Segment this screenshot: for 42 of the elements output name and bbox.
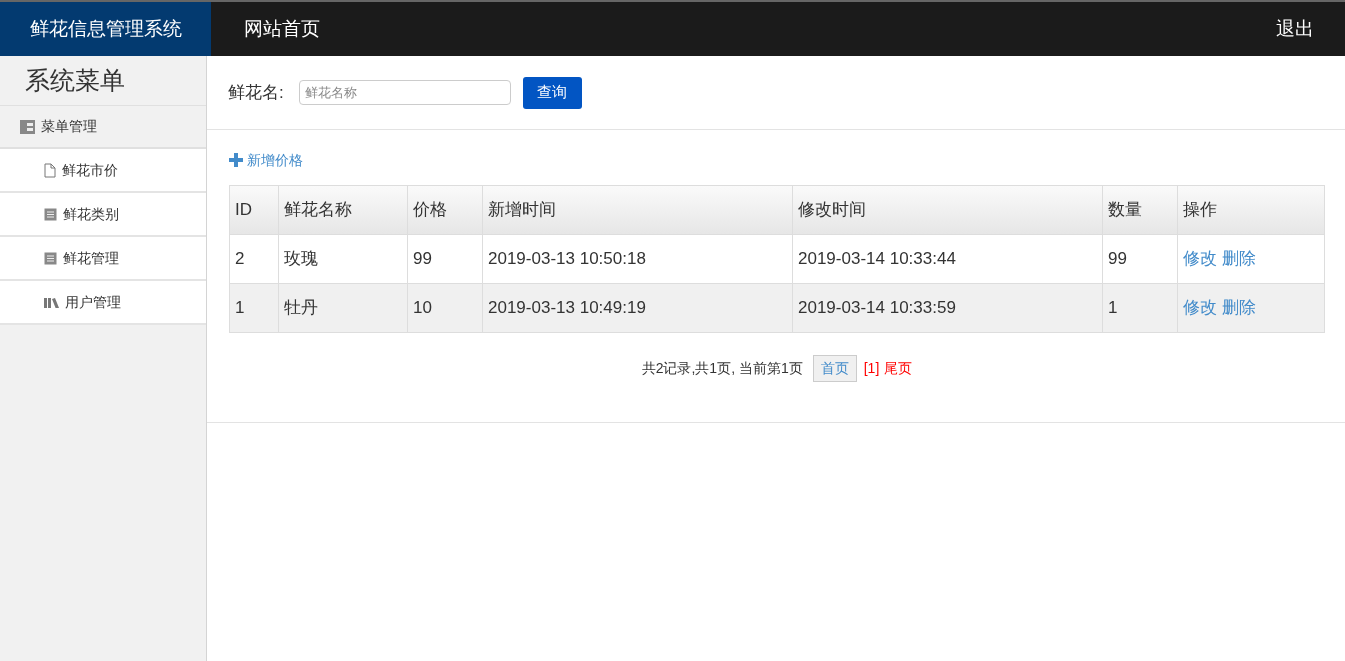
table-cell: 2019-03-14 10:33:44 xyxy=(792,234,1103,284)
menu-item[interactable]: 鲜花市价 xyxy=(0,149,206,193)
table-cell: 2019-03-13 10:50:18 xyxy=(482,234,793,284)
column-header: 新增时间 xyxy=(482,185,793,235)
menu-item[interactable]: 鲜花类别 xyxy=(0,193,206,237)
column-header: 修改时间 xyxy=(792,185,1103,235)
search-button[interactable]: 查询 xyxy=(522,76,582,109)
page-link[interactable]: 尾页 xyxy=(884,358,913,379)
column-header: ID xyxy=(229,185,279,235)
logout-link[interactable]: 退出 xyxy=(1276,14,1314,44)
table-cell: 2019-03-14 10:33:59 xyxy=(792,283,1103,333)
table-cell: 99 xyxy=(407,234,483,284)
table-cell: 玫瑰 xyxy=(278,234,408,284)
menu-item[interactable]: 用户管理 xyxy=(0,281,206,325)
file-icon xyxy=(44,162,56,178)
id-card-icon xyxy=(20,119,35,134)
table-cell: 牡丹 xyxy=(278,283,408,333)
sidebar-title: 系统菜单 xyxy=(0,56,206,106)
search-label: 鲜花名: xyxy=(228,81,284,104)
column-header: 数量 xyxy=(1102,185,1178,235)
nav-link[interactable]: 网站首页 xyxy=(244,14,320,44)
books-icon xyxy=(44,296,59,308)
brand-title: 鲜花信息管理系统 xyxy=(0,2,211,56)
table-cell: 1 xyxy=(229,283,279,333)
table-cell: 2019-03-13 10:49:19 xyxy=(482,283,793,333)
action-link[interactable]: 删除 xyxy=(1222,246,1256,272)
table-cell: 99 xyxy=(1102,234,1178,284)
action-link[interactable]: 修改 xyxy=(1183,246,1217,272)
column-header: 鲜花名称 xyxy=(278,185,408,235)
column-header: 价格 xyxy=(407,185,483,235)
page-link[interactable]: [1] xyxy=(863,358,880,379)
table-cell: 2 xyxy=(229,234,279,284)
plus-icon xyxy=(229,153,243,167)
table-cell: 1 xyxy=(1102,283,1178,333)
menu-item[interactable]: 鲜花管理 xyxy=(0,237,206,281)
list-icon xyxy=(44,207,57,221)
list-icon xyxy=(44,251,57,265)
search-field[interactable]: 鲜花名称 xyxy=(298,80,511,105)
pagination-summary: 共2记录,共1页, 当前第1页 xyxy=(641,359,803,378)
table-cell: 10 xyxy=(407,283,483,333)
column-header: 操作 xyxy=(1177,185,1325,235)
add-price-link[interactable]: 新增价格 xyxy=(229,150,1325,170)
